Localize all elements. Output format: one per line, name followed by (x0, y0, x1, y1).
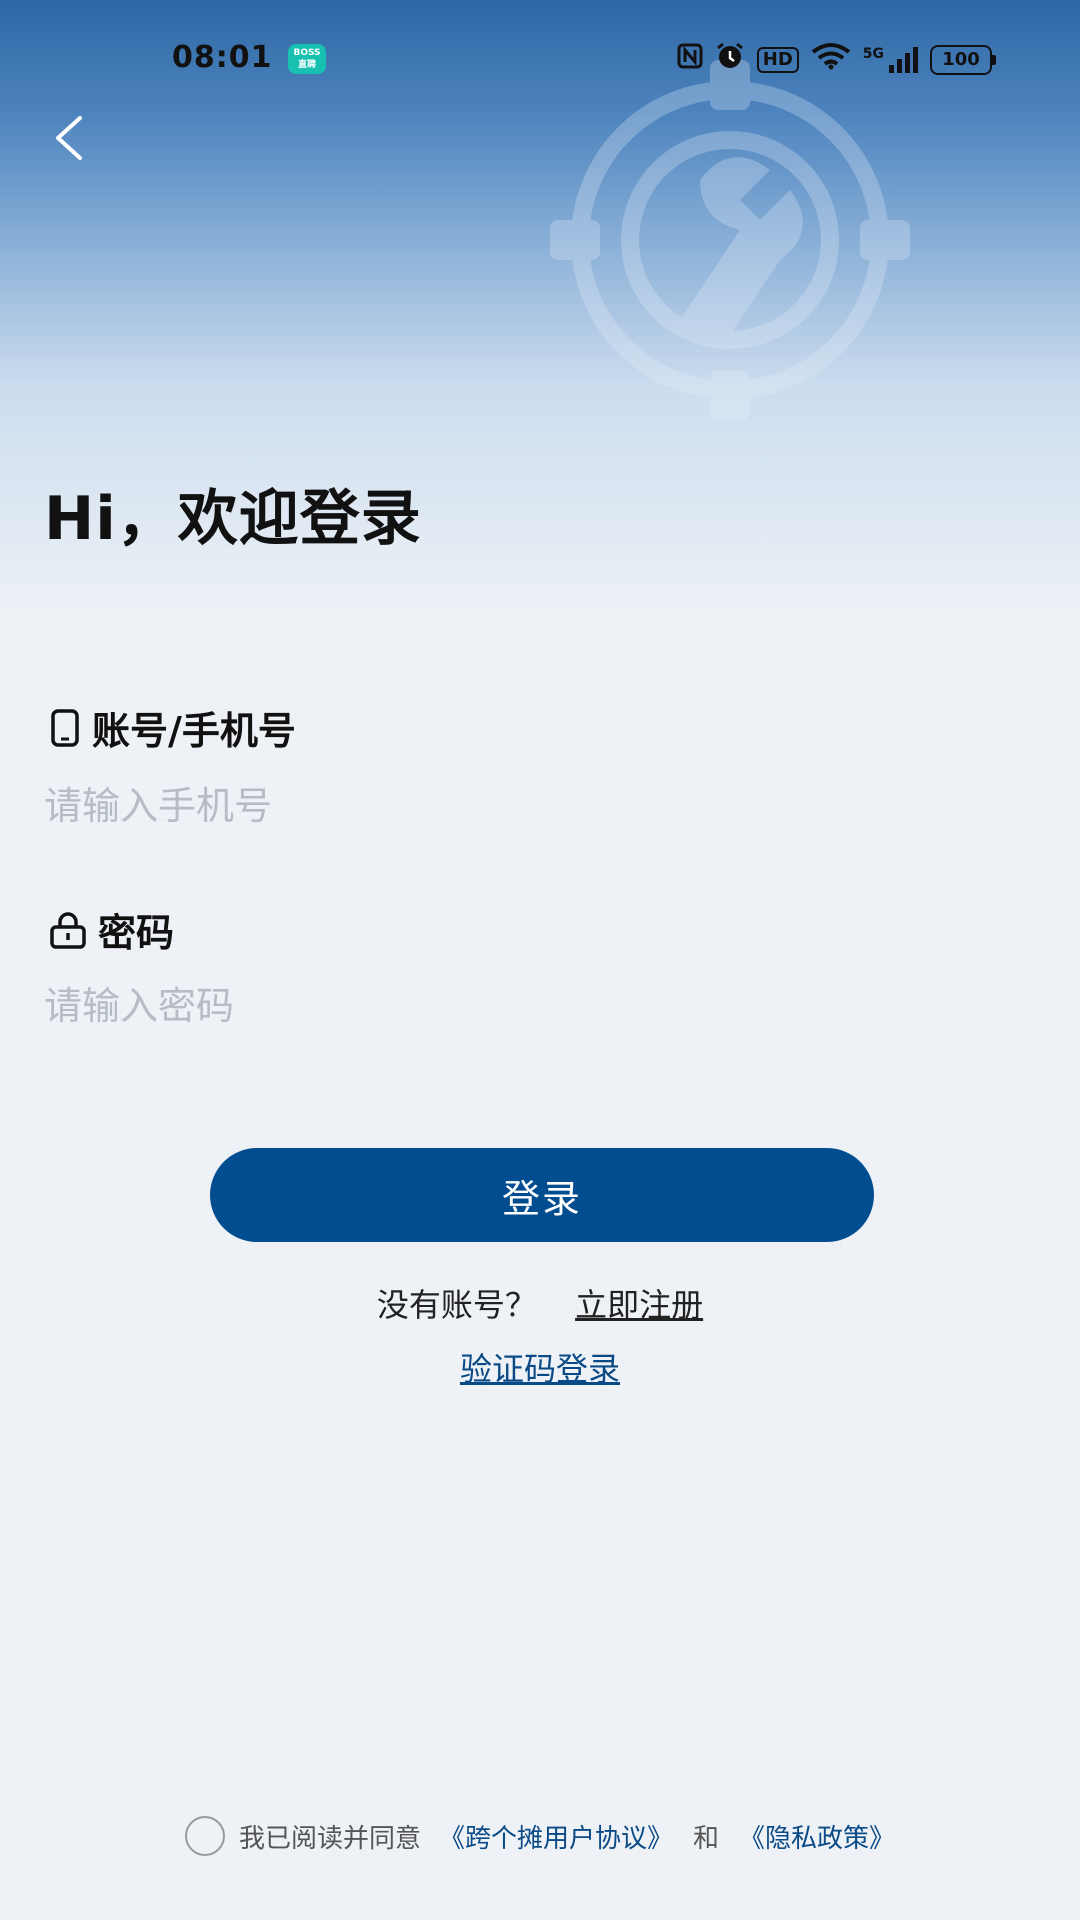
phone-number-input[interactable] (44, 776, 1024, 836)
network-label: 5G (862, 45, 884, 62)
alarm-icon (715, 42, 745, 77)
lock-icon (50, 911, 86, 949)
agreement-prefix: 我已阅读并同意 (238, 1823, 421, 1854)
hd-icon: HD (756, 46, 799, 73)
privacy-policy-link[interactable]: 《隐私政策》 (739, 1818, 895, 1855)
nfc-icon (677, 43, 703, 76)
user-agreement-link[interactable]: 《跨个摊用户协议》 (439, 1818, 673, 1855)
status-icons: HD 5G 100 (677, 42, 996, 77)
phone-icon (51, 708, 79, 747)
verification-code-login-link[interactable]: 验证码登录 (460, 1350, 620, 1388)
password-field-label-row: 密码 (48, 902, 174, 957)
status-time: 08:01 (172, 40, 273, 75)
login-button[interactable]: 登录 (210, 1148, 874, 1242)
page-title: Hi，欢迎登录 (44, 484, 422, 554)
account-field-label: 账号/手机号 (92, 709, 296, 753)
boss-app-notification-icon: BOSS 直聘 (288, 44, 326, 74)
boss-badge-line1: BOSS (293, 48, 321, 58)
signal-5g-icon: 5G (862, 45, 918, 73)
code-login-row: 验证码登录 (0, 1344, 1080, 1390)
wifi-icon (811, 42, 851, 77)
agreement-row: 我已阅读并同意 《跨个摊用户协议》 和 《隐私政策》 (0, 1816, 1080, 1856)
agreement-and: 和 (693, 1823, 720, 1854)
password-input[interactable] (44, 976, 1024, 1036)
back-button[interactable] (48, 112, 92, 164)
agreement-checkbox[interactable] (184, 1816, 225, 1856)
register-link[interactable]: 立即注册 (575, 1286, 703, 1324)
password-field-label: 密码 (98, 911, 175, 955)
status-bar: 08:01 BOSS 直聘 HD 5G 100 (0, 40, 1080, 76)
battery-icon: 100 (930, 44, 996, 75)
chevron-left-icon (56, 116, 82, 160)
boss-badge-line2: 直聘 (297, 60, 316, 70)
gear-wrench-illustration (550, 60, 910, 420)
register-prompt: 没有账号？ (376, 1286, 537, 1324)
account-field-label-row: 账号/手机号 (48, 700, 296, 755)
register-row: 没有账号？ 立即注册 (0, 1280, 1080, 1326)
